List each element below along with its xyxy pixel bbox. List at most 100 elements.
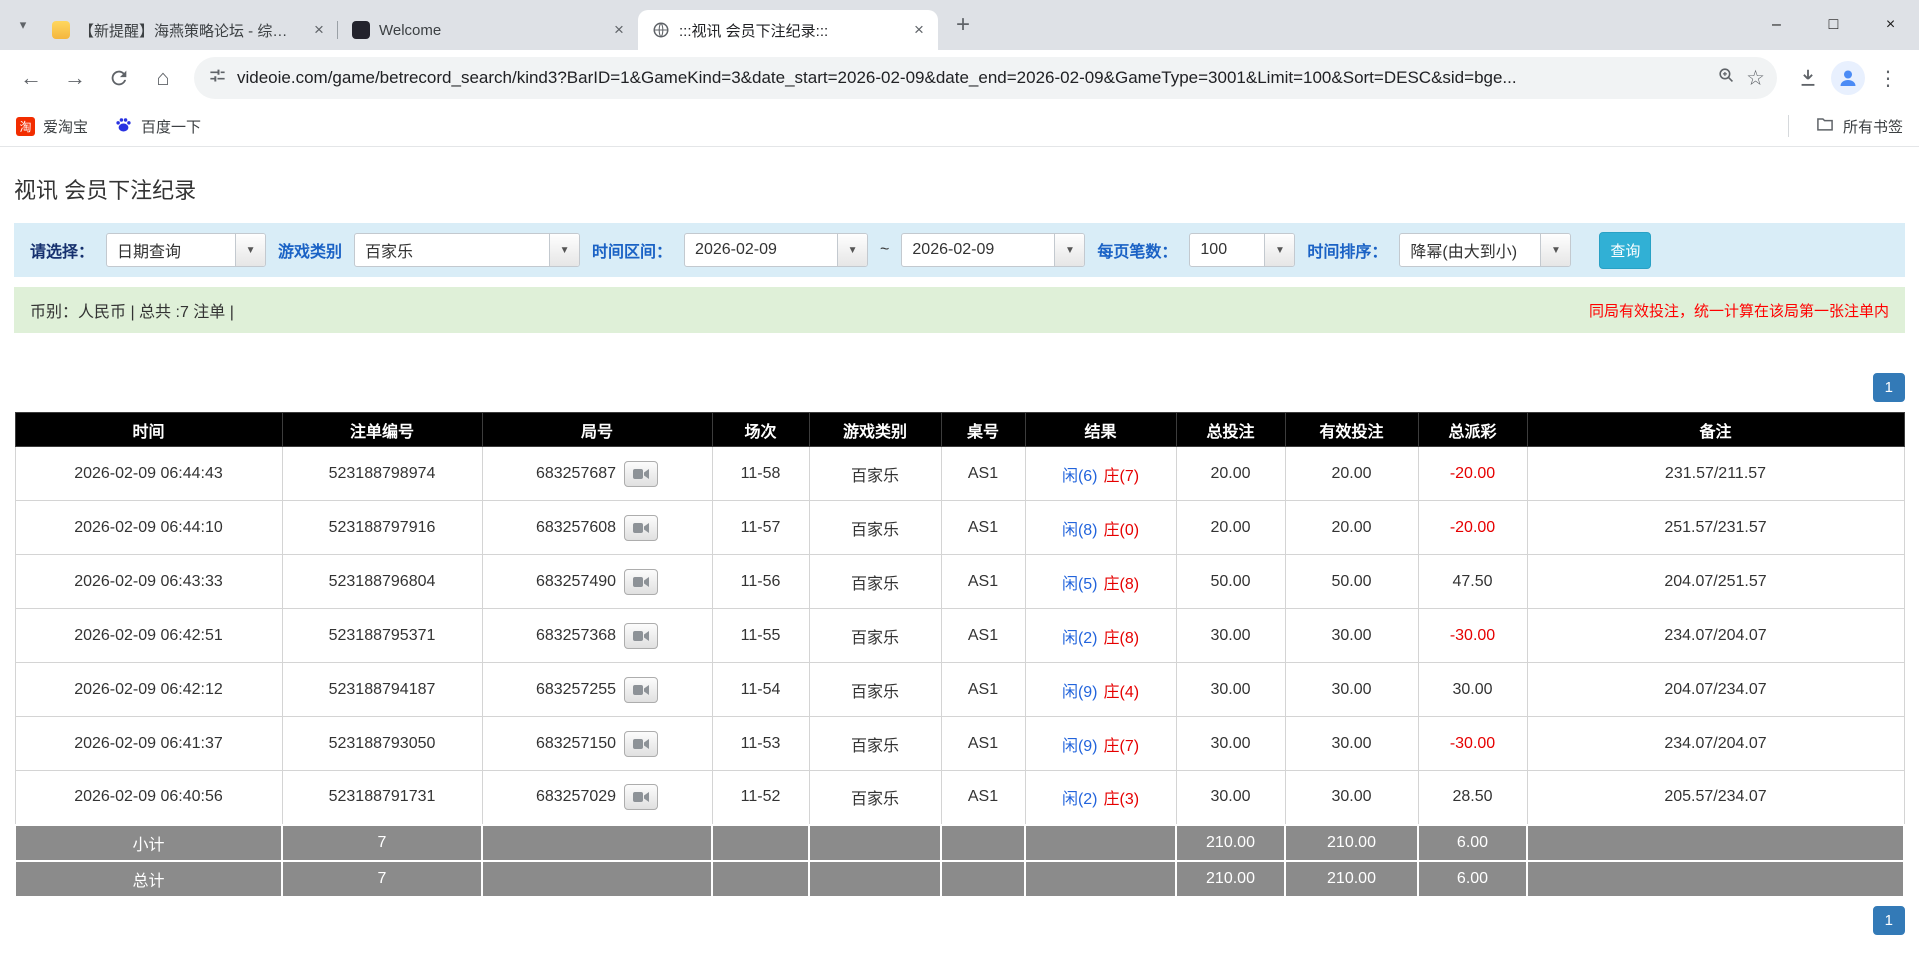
- refresh-icon[interactable]: [98, 57, 140, 99]
- bookmark-aitaobao[interactable]: 淘 爱淘宝: [16, 116, 88, 137]
- welcome-favicon-icon: [352, 21, 370, 39]
- tab-welcome[interactable]: Welcome ×: [338, 10, 638, 50]
- column-header: 总投注: [1175, 412, 1286, 447]
- menu-icon[interactable]: ⋮: [1867, 57, 1909, 99]
- tab-title: 【新提醒】海燕策略论坛 - 综合...: [79, 22, 299, 40]
- result-player: 闲(2): [1061, 791, 1098, 809]
- tab-close-icon[interactable]: ×: [608, 19, 630, 41]
- summary-cell: 210.00: [1175, 823, 1286, 862]
- chevron-down-icon[interactable]: ▼: [549, 234, 580, 266]
- round-video-button[interactable]: [624, 730, 659, 757]
- cell-bet-id: 523188791731: [281, 770, 483, 825]
- close-window-button[interactable]: ×: [1862, 0, 1919, 50]
- cell-time: 2026-02-09 06:42:51: [14, 608, 283, 663]
- tab-bet-records[interactable]: :::视讯 会员下注纪录::: ×: [638, 10, 938, 50]
- select-value: 百家乐: [365, 244, 414, 261]
- address-bar[interactable]: videoie.com/game/betrecord_search/kind3?…: [194, 57, 1777, 99]
- bet-records-table: 时间 注单编号 局号 场次 游戏类别 桌号 结果 总投注 有效投注 总派彩 备注 2026-02-0…: [14, 412, 1905, 898]
- summary-note: 同局有效投注，统一计算在该局第一张注单内: [1588, 302, 1889, 320]
- cell-total-bet[interactable]: 30.00: [1175, 608, 1286, 663]
- summary-cell: [481, 823, 713, 862]
- table-body: 2026-02-09 06:44:43 523188798974 6832576…: [14, 446, 1905, 825]
- new-tab-button[interactable]: +: [944, 6, 982, 44]
- column-header: 备注: [1526, 412, 1905, 447]
- round-video-button[interactable]: [624, 460, 659, 487]
- sort-select[interactable]: 降幂(由大到小) ▼: [1399, 233, 1572, 267]
- summary-bar: 币别：人民币 | 总共 :7 注单 | 同局有效投注，统一计算在该局第一张注单内: [14, 287, 1905, 333]
- date-mode-select[interactable]: 日期查询 ▼: [106, 233, 267, 267]
- cell-result: 闲(6) 庄(7): [1024, 446, 1177, 501]
- folder-icon: [1815, 114, 1835, 138]
- chevron-down-icon[interactable]: ▼: [1540, 234, 1571, 266]
- cell-payout: 30.00: [1417, 662, 1528, 717]
- result-player: 闲(8): [1061, 521, 1098, 539]
- bookmark-label: 百度一下: [141, 118, 202, 136]
- maximize-button[interactable]: □: [1805, 0, 1862, 50]
- date-end-input[interactable]: 2026-02-09 ▼: [901, 233, 1086, 267]
- cell-total-bet[interactable]: 50.00: [1175, 554, 1286, 609]
- home-icon[interactable]: ⌂: [142, 57, 184, 99]
- profile-avatar-icon[interactable]: [1831, 61, 1865, 95]
- cell-valid-bet: 30.00: [1284, 716, 1419, 771]
- cell-session: 11-56: [711, 554, 810, 609]
- tab-forum[interactable]: 【新提醒】海燕策略论坛 - 综合... ×: [38, 10, 338, 50]
- cell-total-bet[interactable]: 30.00: [1175, 770, 1286, 825]
- summary-cell: 210.00: [1284, 823, 1419, 862]
- query-button[interactable]: 查询: [1599, 231, 1652, 269]
- bookmark-star-icon[interactable]: ☆: [1746, 68, 1765, 89]
- cell-total-bet[interactable]: 30.00: [1175, 662, 1286, 717]
- minimize-button[interactable]: –: [1748, 0, 1805, 50]
- summary-cell: 总计: [14, 859, 283, 898]
- column-header: 结果: [1024, 412, 1177, 447]
- cell-result: 闲(2) 庄(3): [1024, 770, 1177, 825]
- sort-label: 时间排序：: [1307, 244, 1388, 261]
- round-video-button[interactable]: [624, 784, 659, 811]
- summary-cell: [1024, 859, 1177, 898]
- round-video-button[interactable]: [624, 514, 659, 541]
- browser-toolbar: ← → ⌂ videoie.com/game/betrecord_search/…: [0, 50, 1919, 106]
- chevron-down-icon[interactable]: ▾: [8, 5, 38, 45]
- forward-icon[interactable]: →: [54, 57, 96, 99]
- cell-note: 234.07/204.07: [1526, 608, 1905, 663]
- per-page-select[interactable]: 100 ▼: [1189, 233, 1296, 267]
- cell-session: 11-54: [711, 662, 810, 717]
- game-type-label: 游戏类别: [278, 244, 343, 261]
- cell-total-bet[interactable]: 20.00: [1175, 446, 1286, 501]
- cell-valid-bet: 30.00: [1284, 608, 1419, 663]
- round-video-button[interactable]: [624, 622, 659, 649]
- chevron-down-icon[interactable]: ▼: [1054, 234, 1085, 266]
- cell-time: 2026-02-09 06:40:56: [14, 770, 283, 825]
- page-1-button[interactable]: 1: [1872, 373, 1905, 402]
- chevron-down-icon[interactable]: ▼: [837, 234, 868, 266]
- result-banker: 庄(7): [1103, 467, 1140, 485]
- download-icon[interactable]: [1787, 57, 1829, 99]
- chevron-down-icon[interactable]: ▼: [1264, 234, 1295, 266]
- baidu-paw-icon: [114, 115, 133, 138]
- bet-record-row: 2026-02-09 06:44:10 523188797916 6832576…: [14, 500, 1905, 555]
- divider: [1787, 115, 1789, 137]
- all-bookmarks-button[interactable]: 所有书签: [1815, 114, 1903, 138]
- back-icon[interactable]: ←: [10, 57, 52, 99]
- site-settings-icon[interactable]: [208, 66, 227, 90]
- tab-close-icon[interactable]: ×: [908, 19, 930, 41]
- date-start-input[interactable]: 2026-02-09 ▼: [684, 233, 869, 267]
- summary-row: 小计 7 210.00 210.00 6.00: [14, 823, 1905, 862]
- url-text[interactable]: videoie.com/game/betrecord_search/kind3?…: [237, 68, 1707, 88]
- round-video-button[interactable]: [624, 568, 659, 595]
- cell-table-no: AS1: [940, 554, 1026, 609]
- cell-valid-bet: 30.00: [1284, 662, 1419, 717]
- date-start-value: 2026-02-09: [695, 241, 777, 258]
- zoom-icon[interactable]: [1717, 66, 1736, 90]
- cell-result: 闲(9) 庄(4): [1024, 662, 1177, 717]
- tab-close-icon[interactable]: ×: [308, 19, 330, 41]
- game-type-select[interactable]: 百家乐 ▼: [354, 233, 581, 267]
- page-1-button[interactable]: 1: [1872, 905, 1905, 935]
- chevron-down-icon[interactable]: ▼: [235, 234, 266, 266]
- summary-cell: [481, 859, 713, 898]
- cell-total-bet[interactable]: 20.00: [1175, 500, 1286, 555]
- bet-record-row: 2026-02-09 06:42:12 523188794187 6832572…: [14, 662, 1905, 717]
- round-video-button[interactable]: [624, 676, 659, 703]
- filter-bar: 请选择： 日期查询 ▼ 游戏类别 百家乐 ▼ 时间区间： 2026-02-09 …: [14, 223, 1905, 277]
- cell-total-bet[interactable]: 30.00: [1175, 716, 1286, 771]
- bookmark-baidu[interactable]: 百度一下: [114, 115, 201, 138]
